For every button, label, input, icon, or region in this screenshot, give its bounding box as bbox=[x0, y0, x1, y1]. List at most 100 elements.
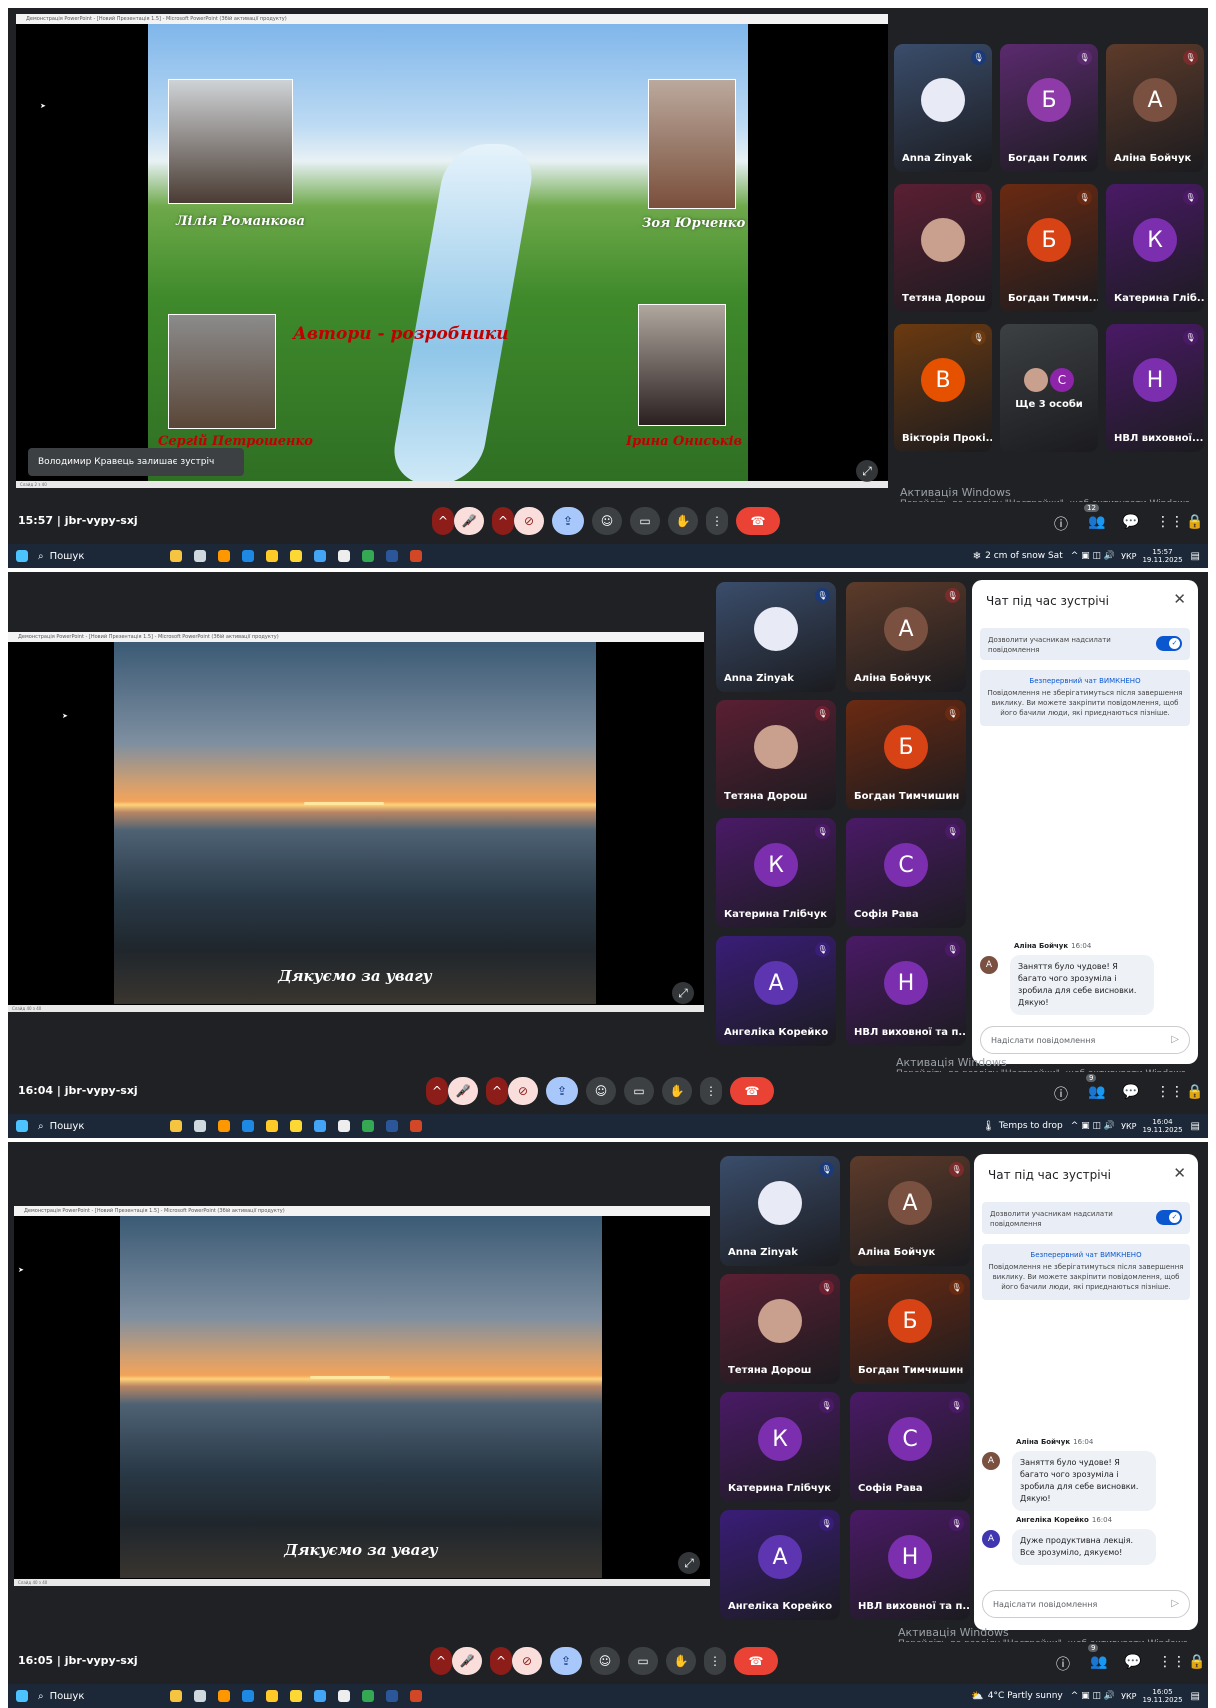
participant-tile[interactable]: 🎙 Anna Zinyak bbox=[716, 582, 836, 692]
participant-tile[interactable]: Б 🎙 Богдан Голик bbox=[1000, 44, 1098, 172]
present-button[interactable]: ⇪ bbox=[550, 1647, 582, 1675]
participant-tile[interactable]: А 🎙 Ангеліка Корейко bbox=[720, 1510, 840, 1620]
copilot-icon[interactable] bbox=[169, 1120, 182, 1132]
activities-icon[interactable]: ⋮⋮ bbox=[1158, 1654, 1186, 1670]
people-icon[interactable]: 👥 12 bbox=[1084, 504, 1105, 530]
captions-button[interactable]: ▭ bbox=[624, 1077, 654, 1105]
host-controls-icon[interactable]: 🔒 bbox=[1188, 1654, 1205, 1670]
info-icon[interactable]: ⓘ bbox=[1056, 1654, 1070, 1674]
notifications-icon[interactable]: ▤ bbox=[1191, 551, 1200, 562]
search-icon[interactable]: ⌕ bbox=[38, 551, 44, 562]
tray-icons[interactable]: ^ ▣ ◫ 🔊 bbox=[1071, 551, 1115, 561]
app-icon[interactable] bbox=[337, 1690, 350, 1702]
participant-tile[interactable]: А 🎙 Аліна Бойчук bbox=[846, 582, 966, 692]
more-options-button[interactable]: ⋮ bbox=[704, 1647, 726, 1675]
close-icon[interactable]: ✕ bbox=[1173, 1164, 1186, 1182]
app-icon[interactable] bbox=[337, 1120, 350, 1132]
chat-icon[interactable]: 💬 bbox=[1122, 1084, 1139, 1100]
language-indicator[interactable]: УКР bbox=[1121, 1122, 1136, 1131]
send-icon[interactable]: ▷ bbox=[1171, 1034, 1179, 1045]
language-indicator[interactable]: УКР bbox=[1121, 552, 1136, 561]
edge-icon[interactable] bbox=[241, 1690, 254, 1702]
windows-start-icon[interactable] bbox=[16, 1690, 28, 1702]
meet-icon[interactable] bbox=[361, 550, 374, 562]
word-icon[interactable] bbox=[385, 550, 398, 562]
notifications-icon[interactable]: ▤ bbox=[1191, 1121, 1200, 1132]
notifications-icon[interactable]: ▤ bbox=[1191, 1691, 1200, 1702]
participant-tile[interactable]: 🎙 Anna Zinyak bbox=[720, 1156, 840, 1266]
fullscreen-icon[interactable]: ⤢ bbox=[856, 460, 878, 482]
explorer-icon[interactable] bbox=[289, 1120, 302, 1132]
info-icon[interactable]: ⓘ bbox=[1054, 514, 1068, 534]
activities-icon[interactable]: ⋮⋮ bbox=[1156, 514, 1184, 530]
camera-off-button[interactable]: ⊘ bbox=[512, 1647, 542, 1675]
language-indicator[interactable]: УКР bbox=[1121, 1692, 1136, 1701]
participant-tile[interactable]: Б 🎙 Богдан Тимчишин bbox=[850, 1274, 970, 1384]
info-icon[interactable]: ⓘ bbox=[1054, 1084, 1068, 1104]
activities-icon[interactable]: ⋮⋮ bbox=[1156, 1084, 1184, 1100]
chrome-icon[interactable] bbox=[265, 550, 278, 562]
more-options-button[interactable]: ⋮ bbox=[700, 1077, 722, 1105]
camera-options-button[interactable]: ^ bbox=[492, 507, 514, 535]
participant-tile[interactable]: Б 🎙 Богдан Тимчишин bbox=[846, 700, 966, 810]
close-icon[interactable]: ✕ bbox=[1173, 590, 1186, 608]
search-icon[interactable]: ⌕ bbox=[38, 1691, 44, 1702]
chrome-icon[interactable] bbox=[265, 1120, 278, 1132]
participant-tile[interactable]: Н 🎙 НВЛ виховної... bbox=[1106, 324, 1204, 452]
powerpoint-icon[interactable] bbox=[409, 550, 422, 562]
participant-tile[interactable]: Н 🎙 НВЛ виховної та п... bbox=[846, 936, 966, 1046]
task-view-icon[interactable] bbox=[193, 550, 206, 562]
raise-hand-button[interactable]: ✋ bbox=[662, 1077, 692, 1105]
end-call-button[interactable]: ☎ bbox=[734, 1647, 778, 1675]
participant-tile[interactable]: А 🎙 Ангеліка Корейко bbox=[716, 936, 836, 1046]
participant-tile[interactable]: С Ще 3 особи bbox=[1000, 324, 1098, 452]
word-icon[interactable] bbox=[385, 1120, 398, 1132]
participant-tile[interactable]: А 🎙 Аліна Бойчук bbox=[1106, 44, 1204, 172]
people-icon[interactable]: 👥 9 bbox=[1088, 1644, 1107, 1670]
participant-tile[interactable]: К 🎙 Катерина Глiбчук bbox=[716, 818, 836, 928]
word-icon[interactable] bbox=[385, 1690, 398, 1702]
host-controls-icon[interactable]: 🔒 bbox=[1186, 1084, 1203, 1100]
tray-icons[interactable]: ^ ▣ ◫ 🔊 bbox=[1071, 1121, 1115, 1131]
raise-hand-button[interactable]: ✋ bbox=[666, 1647, 696, 1675]
participant-tile[interactable]: С 🎙 Софія Рава bbox=[850, 1392, 970, 1502]
participant-tile[interactable]: 🎙 Тетяна Дорош bbox=[720, 1274, 840, 1384]
copilot-icon[interactable] bbox=[169, 1690, 182, 1702]
participant-tile[interactable]: Б 🎙 Богдан Тимчи... bbox=[1000, 184, 1098, 312]
app-icon[interactable] bbox=[313, 550, 326, 562]
powerpoint-icon[interactable] bbox=[409, 1690, 422, 1702]
app-icon[interactable] bbox=[337, 550, 350, 562]
host-controls-icon[interactable]: 🔒 bbox=[1186, 514, 1203, 530]
participant-tile[interactable]: К 🎙 Катерина Глiб... bbox=[1106, 184, 1204, 312]
app-icon[interactable] bbox=[217, 1690, 230, 1702]
taskbar-search[interactable]: Пошук bbox=[50, 551, 150, 562]
raise-hand-button[interactable]: ✋ bbox=[668, 507, 698, 535]
reactions-button[interactable]: ☺ bbox=[590, 1647, 620, 1675]
camera-off-button[interactable]: ⊘ bbox=[508, 1077, 538, 1105]
tray-icons[interactable]: ^ ▣ ◫ 🔊 bbox=[1071, 1691, 1115, 1701]
meet-icon[interactable] bbox=[361, 1690, 374, 1702]
windows-start-icon[interactable] bbox=[16, 1120, 28, 1132]
participant-tile[interactable]: В 🎙 Вікторія Прокі... bbox=[894, 324, 992, 452]
task-view-icon[interactable] bbox=[193, 1690, 206, 1702]
more-options-button[interactable]: ⋮ bbox=[706, 507, 728, 535]
app-icon[interactable] bbox=[217, 550, 230, 562]
end-call-button[interactable]: ☎ bbox=[736, 507, 780, 535]
send-icon[interactable]: ▷ bbox=[1171, 1598, 1179, 1609]
fullscreen-icon[interactable]: ⤢ bbox=[672, 982, 694, 1004]
powerpoint-icon[interactable] bbox=[409, 1120, 422, 1132]
app-icon[interactable] bbox=[313, 1120, 326, 1132]
taskbar-search[interactable]: Пошук bbox=[50, 1121, 150, 1132]
allow-messages-switch[interactable] bbox=[1156, 1210, 1182, 1225]
chat-icon[interactable]: 💬 bbox=[1122, 514, 1139, 530]
captions-button[interactable]: ▭ bbox=[628, 1647, 658, 1675]
reactions-button[interactable]: ☺ bbox=[592, 507, 622, 535]
chat-message-input[interactable]: Надіслати повідомлення ▷ bbox=[980, 1026, 1190, 1054]
chat-icon[interactable]: 💬 bbox=[1124, 1654, 1141, 1670]
camera-options-button[interactable]: ^ bbox=[490, 1647, 512, 1675]
clock[interactable]: 16:05 19.11.2025 bbox=[1142, 1688, 1182, 1704]
participant-tile[interactable]: К 🎙 Катерина Глiбчук bbox=[720, 1392, 840, 1502]
explorer-icon[interactable] bbox=[289, 550, 302, 562]
app-icon[interactable] bbox=[313, 1690, 326, 1702]
present-button[interactable]: ⇪ bbox=[546, 1077, 578, 1105]
